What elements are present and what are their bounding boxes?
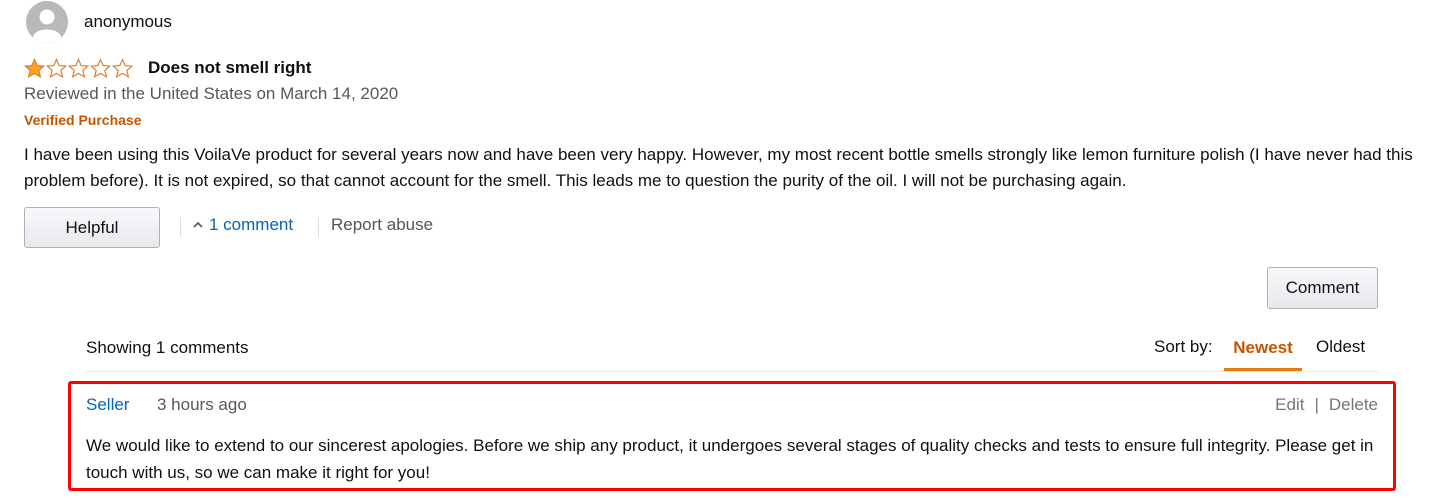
report-abuse-link[interactable]: Report abuse	[331, 215, 433, 235]
default-user-avatar-icon[interactable]	[26, 1, 68, 43]
comment-text: We would like to extend to our sincerest…	[86, 436, 1374, 482]
helpful-button[interactable]: Helpful	[24, 207, 160, 248]
divider	[86, 371, 1378, 372]
toggle-comments-link[interactable]: 1 comment	[193, 215, 293, 235]
comment-author-link[interactable]: Seller	[86, 395, 129, 415]
comments-link-label: 1 comment	[209, 215, 294, 234]
review-title[interactable]: Does not smell right	[148, 58, 311, 78]
comment-timestamp: 3 hours ago	[157, 395, 247, 414]
star-empty-icon	[90, 57, 111, 78]
star-empty-icon	[112, 57, 133, 78]
comment-button[interactable]: Comment	[1267, 267, 1378, 309]
sort-oldest-tab[interactable]: Oldest	[1316, 337, 1365, 357]
star-empty-icon	[46, 57, 67, 78]
review-date: Reviewed in the United States on March 1…	[24, 84, 399, 103]
divider	[180, 217, 181, 237]
star-filled-icon	[24, 57, 45, 78]
verified-purchase-badge[interactable]: Verified Purchase	[24, 112, 142, 128]
edit-comment-link[interactable]: Edit	[1275, 395, 1304, 415]
star-rating[interactable]	[24, 57, 134, 79]
delete-comment-link[interactable]: Delete	[1329, 395, 1378, 415]
sort-newest-tab[interactable]: Newest	[1224, 328, 1302, 371]
sort-by-label: Sort by:	[1154, 337, 1213, 356]
comments-count-label: Showing 1 comments	[86, 338, 249, 357]
review-page: anonymous Does not smell right Reviewed …	[0, 0, 1437, 499]
comment-actions: Edit | Delete	[1275, 395, 1378, 415]
review-body: I have been using this VoilaVe product f…	[24, 145, 1413, 190]
rating-row: Does not smell right	[24, 56, 311, 80]
star-empty-icon	[68, 57, 89, 78]
caret-up-icon	[193, 221, 203, 228]
divider	[318, 217, 319, 237]
divider: |	[1314, 395, 1319, 414]
reviewer-name[interactable]: anonymous	[84, 12, 172, 32]
reviewer-profile[interactable]: anonymous	[26, 0, 172, 44]
